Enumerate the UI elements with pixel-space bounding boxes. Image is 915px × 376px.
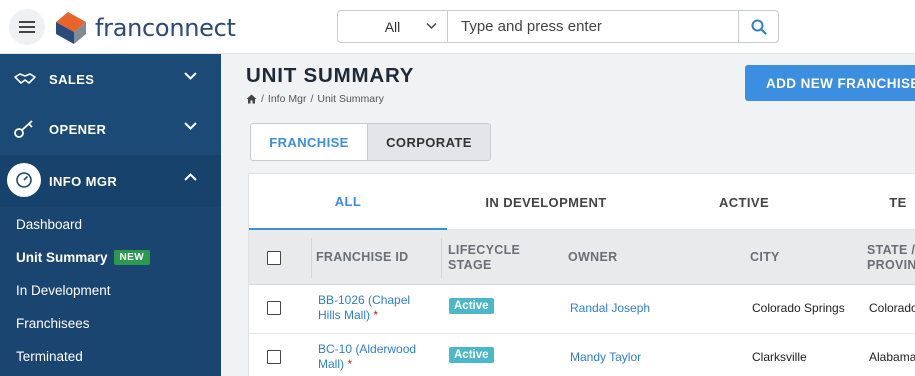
breadcrumb-separator: / (310, 93, 314, 105)
handshake-icon (14, 73, 36, 84)
search-scope-value: All (384, 18, 401, 35)
search-button[interactable] (738, 11, 778, 42)
chevron-down-icon (184, 72, 197, 80)
menu-toggle-button[interactable] (9, 9, 45, 45)
chevron-up-icon (184, 173, 197, 181)
required-mark: * (373, 308, 379, 322)
franchise-id-cell: BC-10 (Alderwood Mall) * (318, 342, 416, 372)
column-header-owner[interactable]: OWNER (568, 250, 617, 265)
column-header-state-province[interactable]: STATE / PROVIN (867, 243, 915, 273)
required-mark: * (347, 357, 353, 371)
table-header: FRANCHISE ID LIFECYCLE STAGE OWNER CITY … (249, 230, 915, 285)
row-checkbox[interactable] (267, 350, 281, 364)
breadcrumb-separator: / (261, 93, 264, 105)
breadcrumb: / Info Mgr / Unit Summary (246, 93, 384, 105)
global-search: All (337, 10, 779, 43)
search-icon (751, 19, 767, 35)
breadcrumb-item: Unit Summary (317, 93, 384, 105)
hamburger-icon (19, 21, 35, 33)
key-icon (14, 120, 33, 138)
column-header-city[interactable]: CITY (750, 250, 780, 265)
sidebar: SALES OPENER INFO MGR Dashboard Unit Sum… (0, 54, 221, 376)
sidebar-section-label: SALES (49, 71, 95, 87)
sidebar-item-label: Unit Summary (16, 249, 108, 265)
add-new-franchise-button[interactable]: ADD NEW FRANCHISE (745, 65, 915, 101)
status-tabs: ALL IN DEVELOPMENT ACTIVE TE (249, 174, 915, 230)
franconnect-logo[interactable]: franconnect (52, 8, 236, 48)
sidebar-section-info-mgr[interactable]: INFO MGR (0, 155, 221, 207)
tab-terminated[interactable]: TE (843, 174, 915, 230)
city-cell: Clarksville (752, 350, 807, 364)
franchise-id-link[interactable]: Hills Mall) (318, 308, 370, 322)
franchise-id-link[interactable]: BC-10 (Alderwood (318, 342, 416, 357)
select-all-checkbox[interactable] (267, 251, 281, 265)
unit-summary-card: ALL IN DEVELOPMENT ACTIVE TE FRANCHISE I… (248, 173, 915, 376)
sidebar-item-unit-summary[interactable]: Unit Summary NEW (16, 246, 151, 268)
franchise-id-cell: BB-1026 (Chapel Hills Mall) * (318, 293, 410, 323)
franchise-id-link[interactable]: Mall) (318, 357, 344, 371)
chevron-down-icon (184, 122, 197, 130)
search-scope-select[interactable]: All (338, 11, 448, 42)
home-icon[interactable] (246, 94, 257, 104)
column-divider (441, 238, 442, 278)
top-bar: franconnect All (0, 0, 915, 54)
column-header-lifecycle-stage[interactable]: LIFECYCLE STAGE (448, 243, 520, 273)
table-row: BB-1026 (Chapel Hills Mall) * Active Ran… (249, 285, 915, 334)
sidebar-item-franchisees[interactable]: Franchisees (16, 312, 90, 334)
column-header-line: STATE / (867, 243, 915, 257)
tab-all[interactable]: ALL (249, 174, 447, 230)
page-title: UNIT SUMMARY (246, 64, 415, 87)
column-header-line: PROVIN (867, 258, 915, 272)
toggle-corporate[interactable]: CORPORATE (368, 123, 491, 161)
search-input[interactable] (448, 11, 738, 42)
status-badge: Active (449, 298, 494, 314)
gauge-icon (16, 172, 32, 188)
franchise-corporate-toggle: FRANCHISE CORPORATE (250, 123, 491, 161)
sidebar-section-sales[interactable]: SALES (0, 54, 221, 104)
new-badge: NEW (113, 249, 151, 265)
tab-active[interactable]: ACTIVE (645, 174, 843, 230)
franchise-id-link[interactable]: BB-1026 (Chapel (318, 293, 410, 308)
state-cell: Alabama (869, 350, 915, 364)
row-checkbox[interactable] (267, 301, 281, 315)
chevron-down-icon (426, 22, 437, 30)
sidebar-item-in-development[interactable]: In Development (16, 279, 111, 301)
status-badge: Active (449, 347, 494, 363)
logo-text: franconnect (95, 14, 236, 42)
sidebar-item-label: Franchisees (16, 315, 90, 331)
sidebar-item-terminated[interactable]: Terminated (16, 345, 83, 367)
gauge-icon-badge (7, 163, 41, 197)
city-cell: Colorado Springs (752, 301, 845, 315)
sidebar-item-dashboard[interactable]: Dashboard (16, 213, 82, 235)
toggle-franchise[interactable]: FRANCHISE (250, 123, 368, 161)
franconnect-logo-icon (56, 12, 86, 44)
sidebar-item-label: In Development (16, 282, 111, 298)
sidebar-section-label: INFO MGR (49, 173, 118, 189)
tab-in-development[interactable]: IN DEVELOPMENT (447, 174, 645, 230)
column-header-line: LIFECYCLE (448, 243, 521, 257)
sidebar-section-label: OPENER (49, 121, 107, 137)
state-cell: Colorado (869, 301, 915, 315)
column-divider (311, 238, 312, 278)
column-header-line: STAGE (448, 258, 492, 272)
column-header-franchise-id[interactable]: FRANCHISE ID (316, 250, 409, 265)
sidebar-section-opener[interactable]: OPENER (0, 104, 221, 154)
sidebar-item-label: Dashboard (16, 216, 83, 232)
owner-link[interactable]: Mandy Taylor (570, 350, 641, 365)
breadcrumb-item[interactable]: Info Mgr (268, 93, 307, 105)
sidebar-item-label: Terminated (16, 348, 83, 364)
info-mgr-submenu: Dashboard Unit Summary NEW In Developmen… (0, 207, 221, 376)
owner-link[interactable]: Randal Joseph (570, 301, 650, 316)
table-row: BC-10 (Alderwood Mall) * Active Mandy Ta… (249, 334, 915, 376)
